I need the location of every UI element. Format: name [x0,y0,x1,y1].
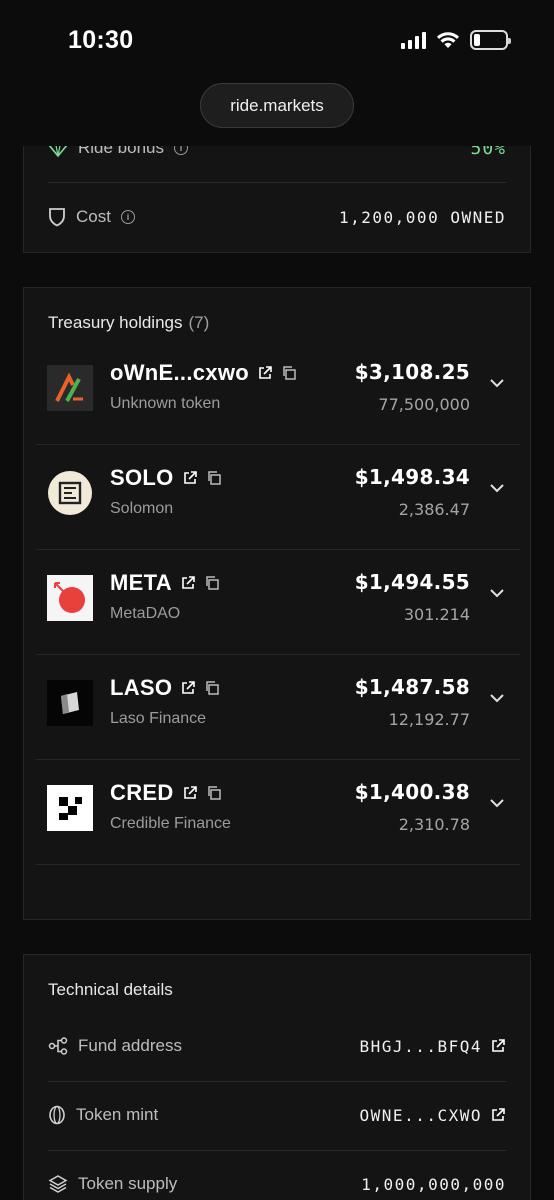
holding-amount: 2,386.47 [398,500,470,519]
coin-icon [49,1105,65,1125]
holding-usd-value: $1,494.55 [354,570,470,594]
token-mint-value: OWNE...CXWO [359,1105,482,1125]
solomon-logo [48,471,92,515]
holding-usd-value: $3,108.25 [354,360,470,384]
status-bar: 10:30 [0,0,554,80]
network-icon [48,1037,68,1055]
holding-symbol-text: CRED [110,780,174,805]
url-text: ride.markets [230,95,324,115]
holding-amount: 12,192.77 [388,710,470,729]
copy-icon[interactable] [206,470,222,486]
token-supply-value: 1,000,000,000 [361,1174,506,1194]
external-link-icon[interactable] [182,785,198,801]
holding-amount: 2,310.78 [398,815,470,834]
treasury-card: Treasury holdings (7) oWnE...cxwo Unknown… [23,287,531,920]
external-link-icon[interactable] [182,470,198,486]
holding-symbol: META [110,570,220,596]
holding-amount: 77,500,000 [378,395,470,414]
external-link-icon[interactable] [490,1038,506,1054]
holding-symbol: oWnE...cxwo [110,360,297,386]
external-link-icon[interactable] [180,680,196,696]
holding-usd-value: $1,487.58 [354,675,470,699]
chevron-down-icon[interactable] [488,374,506,392]
chevron-down-icon[interactable] [488,584,506,602]
copy-icon[interactable] [204,680,220,696]
copy-icon[interactable] [204,575,220,591]
wifi-icon [437,32,459,48]
chevron-down-icon[interactable] [488,794,506,812]
holding-symbol-text: oWnE...cxwo [110,360,249,385]
unknown-token-logo [47,365,93,411]
url-bar[interactable]: ride.markets [200,83,354,128]
holding-name: Unknown token [110,395,221,412]
holding-row-owne[interactable]: oWnE...cxwo Unknown token $3,108.25 77,5… [36,340,520,445]
treasury-title: Treasury holdings (7) [48,313,209,333]
fund-address-link[interactable]: BHGJ...BFQ4 [360,1037,506,1056]
token-mint-row: Token mint OWNE...CXWO [48,1081,506,1149]
holding-row-meta[interactable]: META MetaDAO $1,494.55 301.214 [36,550,520,655]
external-link-icon[interactable] [180,575,196,591]
holding-row-cred[interactable]: CRED Credible Finance $1,400.38 2,310.78 [36,760,520,865]
holding-usd-value: $1,400.38 [354,780,470,804]
external-link-icon[interactable] [490,1107,506,1123]
fund-address-value: BHGJ...BFQ4 [359,1036,482,1056]
holding-row-solo[interactable]: SOLO Solomon $1,498.34 2,386.47 [36,445,520,550]
metadao-logo [47,575,93,621]
cost-label: Cost [76,207,111,226]
holding-row-laso[interactable]: LASO Laso Finance $1,487.58 12,192.77 [36,655,520,760]
holding-usd-value: $1,498.34 [354,465,470,489]
copy-icon[interactable] [206,785,222,801]
holding-name: Laso Finance [110,710,207,727]
holding-symbol-text: META [110,570,172,595]
technical-details-card: Technical details Fund address BHGJ...BF… [23,954,531,1200]
token-mint-label: Token mint [76,1105,159,1124]
copy-icon[interactable] [281,365,297,381]
technical-title: Technical details [48,980,173,999]
holding-symbol: LASO [110,675,220,701]
credible-finance-logo [47,785,93,831]
treasury-title-text: Treasury holdings [48,313,183,332]
chevron-down-icon[interactable] [488,479,506,497]
holding-name: Solomon [110,500,174,517]
cost-value: 1,200,000 OWNED [339,207,506,227]
holding-symbol: CRED [110,780,222,806]
token-supply-label: Token supply [78,1174,178,1193]
fund-address-label: Fund address [78,1036,182,1055]
holding-name: Credible Finance [110,815,231,832]
token-supply-row: Token supply 1,000,000,000 [48,1150,506,1200]
layers-icon [48,1175,68,1193]
fund-address-row: Fund address BHGJ...BFQ4 [48,1012,506,1080]
holding-symbol-text: SOLO [110,465,174,490]
status-time: 10:30 [68,26,134,54]
battery-icon [470,30,511,50]
cellular-signal-icon [401,31,426,49]
token-mint-link[interactable]: OWNE...CXWO [360,1106,506,1125]
holding-symbol: SOLO [110,465,222,491]
external-link-icon[interactable] [257,365,273,381]
holding-amount: 301.214 [403,605,470,624]
cost-row: Cost i 1,200,000 OWNED [48,183,506,251]
status-icons [401,30,511,50]
chevron-down-icon[interactable] [488,689,506,707]
holding-name: MetaDAO [110,605,181,622]
shield-icon [49,208,65,227]
info-icon[interactable]: i [120,210,135,224]
treasury-count: (7) [188,313,210,332]
laso-finance-logo [47,680,93,726]
holding-symbol-text: LASO [110,675,173,700]
